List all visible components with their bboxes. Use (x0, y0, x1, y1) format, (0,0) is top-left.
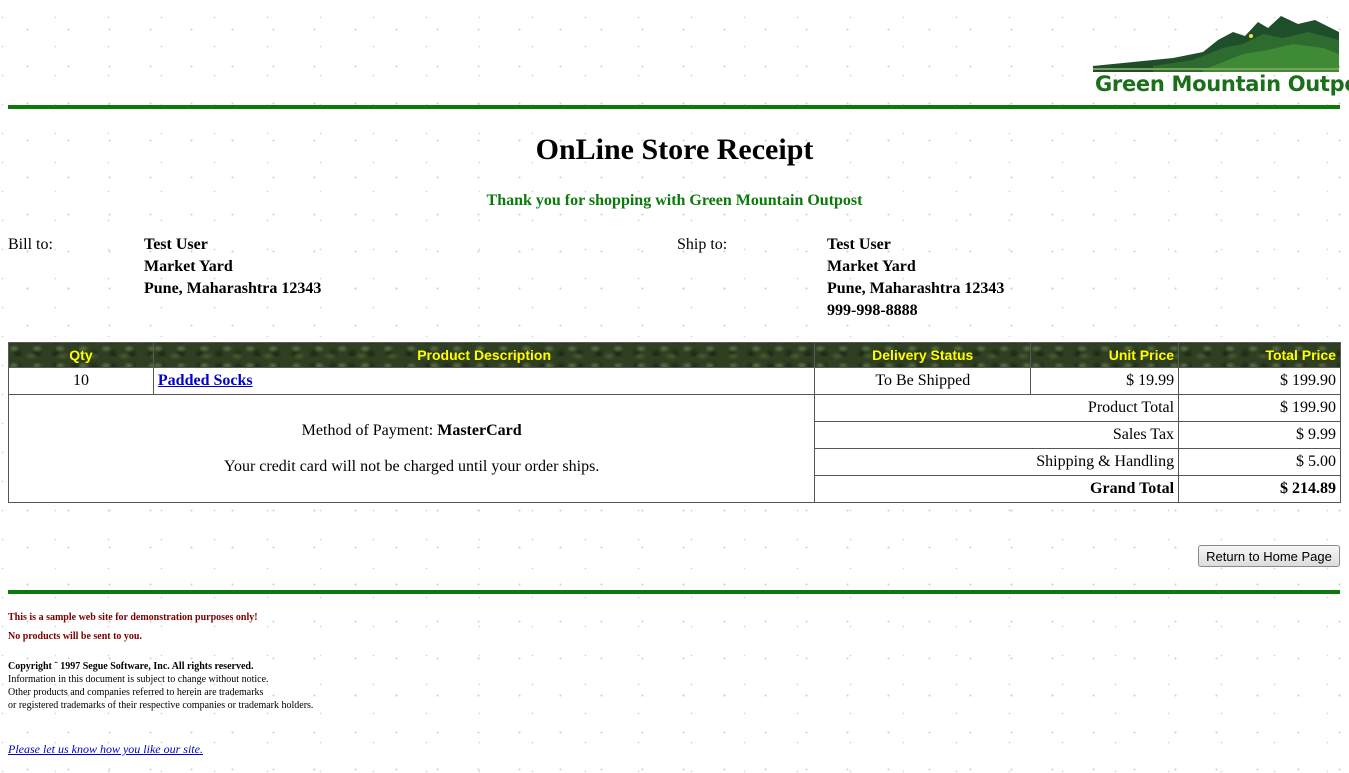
ship-to-address: Test User Market Yard Pune, Maharashtra … (827, 234, 1004, 322)
row-product-cell: Padded Socks (152, 367, 816, 395)
bill-to-name: Test User (144, 236, 208, 253)
order-table-header: Qty Product Description Delivery Status … (8, 342, 1341, 368)
ship-to-name: Test User (827, 236, 891, 253)
legal-line: Other products and companies referred to… (8, 687, 264, 698)
payment-method-line: Method of Payment: MasterCard (13, 422, 810, 440)
product-link[interactable]: Padded Socks (158, 372, 253, 389)
feedback-link[interactable]: Please let us know how you like our site… (8, 742, 203, 757)
legal-line: Information in this document is subject … (8, 674, 269, 685)
summary-value: $ 199.90 (1178, 394, 1341, 422)
grand-total-value: $ 214.89 (1178, 475, 1341, 503)
col-header-product: Product Description (152, 342, 816, 368)
legal-block: Copyright ¨ 1997 Segue Software, Inc. Al… (8, 660, 313, 712)
bill-to-street: Market Yard (144, 258, 233, 275)
col-header-qty: Qty (8, 342, 154, 368)
mountain-icon (1093, 16, 1339, 72)
payment-method-value: MasterCard (437, 421, 522, 439)
payment-info-cell: Method of Payment: MasterCard Your credi… (7, 394, 816, 503)
summary-label: Sales Tax (814, 421, 1180, 449)
summary-label: Product Total (814, 394, 1180, 422)
grand-total-label: Grand Total (814, 475, 1180, 503)
brand-logo[interactable]: Green Mountain Outpost (1093, 14, 1349, 96)
charge-note: Your credit card will not be charged unt… (223, 457, 600, 475)
top-divider (8, 105, 1340, 109)
table-row: 10 Padded Socks To Be Shipped $ 19.99 $ … (8, 367, 1341, 395)
no-products-notice: No products will be sent to you. (8, 631, 142, 642)
payment-method-label: Method of Payment: (301, 421, 434, 439)
row-qty: 10 (8, 367, 154, 395)
row-total-price: $ 199.90 (1178, 367, 1341, 395)
bottom-divider (8, 590, 1340, 594)
row-delivery-status: To Be Shipped (814, 367, 1032, 395)
col-header-status: Delivery Status (814, 342, 1032, 368)
row-unit-price: $ 19.99 (1030, 367, 1180, 395)
legal-line: or registered trademarks of their respec… (8, 700, 314, 711)
page-title: OnLine Store Receipt (535, 133, 814, 166)
bill-to-label: Bill to: (8, 236, 53, 253)
ship-to-city: Pune, Maharashtra 12343 (827, 280, 1005, 297)
demo-notice: This is a sample web site for demonstrat… (8, 612, 258, 623)
thank-you-message: Thank you for shopping with Green Mounta… (486, 192, 863, 209)
bill-to-address: Test User Market Yard Pune, Maharashtra … (144, 234, 321, 300)
copyright-line: Copyright ¨ 1997 Segue Software, Inc. Al… (8, 661, 254, 672)
summary-value: $ 9.99 (1178, 421, 1341, 449)
summary-value: $ 5.00 (1178, 448, 1341, 476)
summary-label: Shipping & Handling (814, 448, 1180, 476)
ship-to-label: Ship to: (677, 236, 728, 253)
ship-to-street: Market Yard (827, 258, 916, 275)
col-header-unit-price: Unit Price (1030, 342, 1180, 368)
return-home-button[interactable]: Return to Home Page (1198, 545, 1340, 567)
ship-to-phone: 999-998-8888 (827, 302, 918, 319)
order-table: Qty Product Description Delivery Status … (7, 342, 1341, 503)
bill-to-city: Pune, Maharashtra 12343 (144, 280, 322, 297)
brand-name: Green Mountain Outpost (1095, 72, 1349, 96)
summary-row-product-total: Method of Payment: MasterCard Your credi… (7, 394, 1341, 503)
col-header-total-price: Total Price (1178, 342, 1341, 368)
